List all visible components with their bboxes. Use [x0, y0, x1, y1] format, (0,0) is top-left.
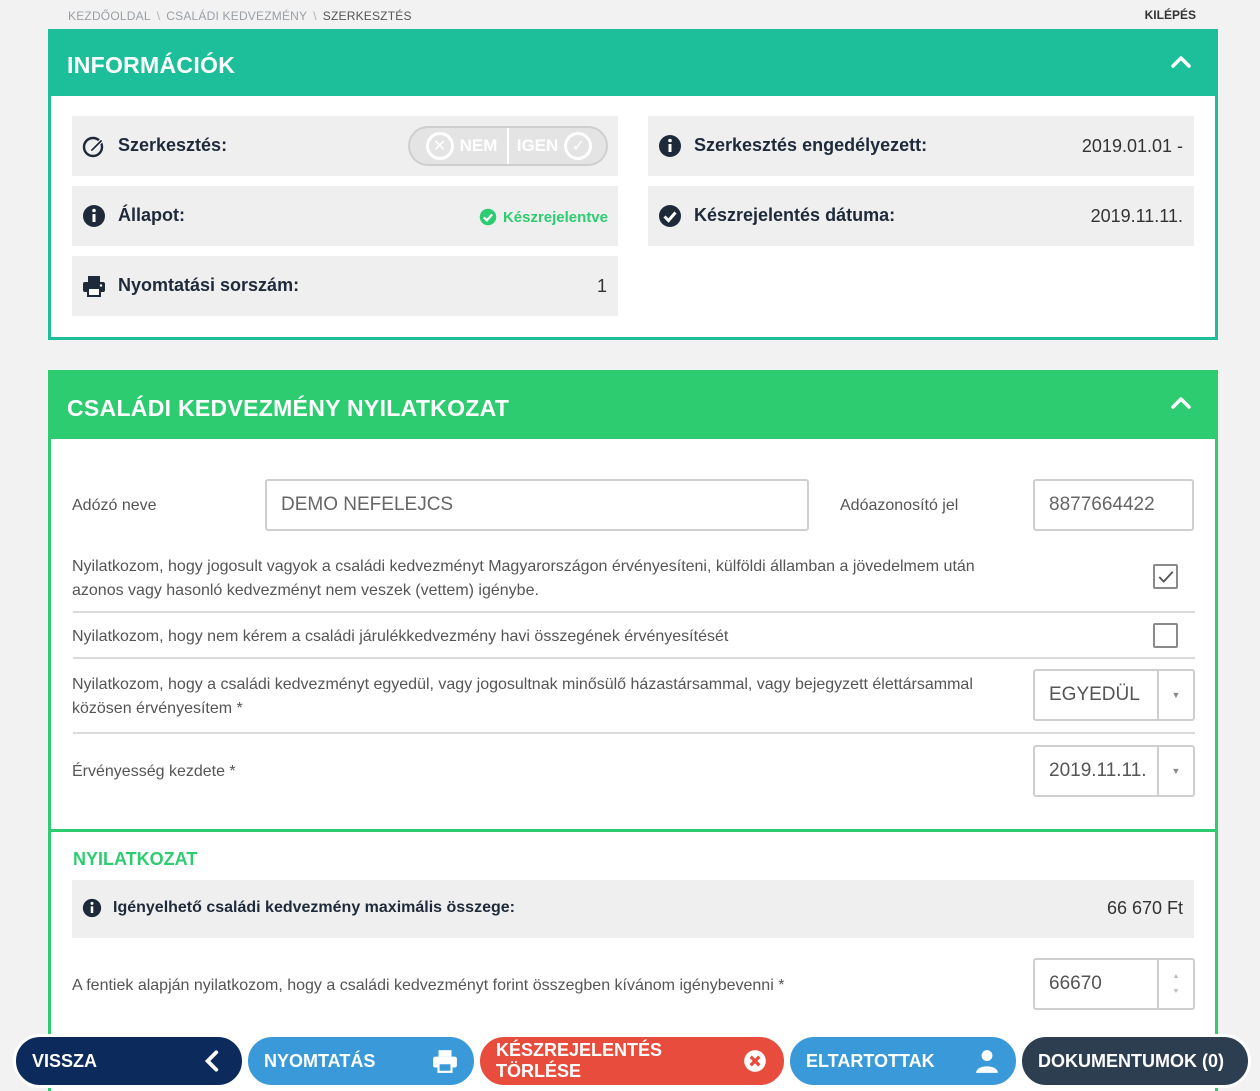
- validity-start-label: Érvényesség kezdete *: [72, 763, 236, 780]
- statement-3-line-2: közösen érvényesítem *: [72, 700, 243, 717]
- validity-start-select[interactable]: 2019.11.11. ▼: [1033, 745, 1195, 797]
- close-icon: ✕: [425, 132, 454, 160]
- breadcrumb-family-discount[interactable]: CSALÁDI KEDVEZMÉNY: [166, 9, 307, 23]
- validity-start-value: 2019.11.11.: [1035, 747, 1159, 795]
- joint-claim-select[interactable]: EGYEDÜL ▼: [1033, 669, 1195, 721]
- toggle-yes-label: IGEN: [516, 136, 559, 155]
- dependents-button-label: ELTARTOTTAK: [806, 1050, 935, 1071]
- documents-button[interactable]: DOKUMENTUMOK (0): [1019, 1034, 1251, 1088]
- statement-3-line-1: Nyilatkozom, hogy a családi kedvezményt …: [72, 676, 973, 693]
- toggle-yes[interactable]: IGEN ✓: [509, 128, 606, 164]
- statement-1-checkbox[interactable]: [1153, 564, 1178, 589]
- joint-claim-value: EGYEDÜL: [1035, 671, 1159, 719]
- print-number-box: Nyomtatási sorszám: 1: [72, 256, 618, 316]
- status-value: Készrejelentve: [502, 208, 608, 226]
- divider: [73, 611, 1195, 613]
- max-amount-label: Igényelhető családi kedvezmény maximális…: [113, 899, 515, 916]
- statement-1-line-2: azonos vagy hasonló kedvezményt nem vesz…: [72, 582, 539, 599]
- editing-box: Szerkesztés: ✕ NEM IGEN ✓: [72, 116, 618, 176]
- report-date-label: Készrejelentés dátuma:: [694, 205, 896, 225]
- status-badge: Készrejelentve: [479, 208, 608, 226]
- back-button[interactable]: VISSZA: [13, 1034, 245, 1088]
- printer-icon: [433, 1050, 457, 1073]
- edit-icon: [82, 136, 104, 158]
- logout-link[interactable]: KILÉPÉS: [1145, 8, 1196, 22]
- caret-down-icon[interactable]: ▼: [1159, 747, 1193, 795]
- info-panel-header[interactable]: INFORMÁCIÓK: [51, 32, 1215, 96]
- divider: [73, 732, 1195, 734]
- declaration-panel-title: CSALÁDI KEDVEZMÉNY NYILATKOZAT: [67, 395, 510, 421]
- close-circle-icon: [744, 1050, 766, 1072]
- chevron-up-icon[interactable]: [1169, 391, 1193, 415]
- documents-button-label: DOKUMENTUMOK (0): [1038, 1050, 1224, 1071]
- print-number-value: 1: [596, 276, 607, 296]
- print-button-label: NYOMTATÁS: [264, 1050, 376, 1071]
- amount-field[interactable]: 66670 ▲ ▼: [1033, 958, 1195, 1010]
- back-button-label: VISSZA: [32, 1050, 98, 1071]
- info-icon: [82, 898, 102, 918]
- check-circle-icon: [479, 208, 497, 226]
- tax-id-label: Adóazonosító jel: [840, 497, 959, 514]
- section-divider: [51, 829, 1215, 832]
- info-panel: INFORMÁCIÓK Szerkesztés: ✕ NEM IGEN ✓ Álla…: [48, 29, 1218, 340]
- top-bar: KEZDŐOLDAL \ CSALÁDI KEDVEZMÉNY \ SZERKESZTÉ…: [0, 0, 1260, 30]
- taxpayer-name-label: Adózó neve: [72, 497, 157, 514]
- check-circle-icon: [659, 205, 681, 227]
- user-icon: [976, 1050, 998, 1073]
- divider: [73, 657, 1195, 659]
- statement-1-line-1: Nyilatkozom, hogy jogosult vagyok a csal…: [72, 558, 975, 575]
- editing-allowed-box: Szerkesztés engedélyezett: 2019.01.01 -: [648, 116, 1194, 176]
- editing-toggle[interactable]: ✕ NEM IGEN ✓: [408, 126, 608, 166]
- editing-label: Szerkesztés:: [118, 135, 228, 155]
- report-date-value: 2019.11.11.: [1090, 206, 1183, 226]
- declaration-subtitle: NYILATKOZAT: [73, 849, 198, 869]
- toggle-no-label: NEM: [459, 136, 498, 155]
- editing-allowed-value: 2019.01.01 -: [1081, 136, 1183, 156]
- tax-id-field[interactable]: 8877664422: [1033, 479, 1194, 531]
- print-button[interactable]: NYOMTATÁS: [245, 1034, 477, 1088]
- check-icon: [1158, 570, 1173, 583]
- stepper-icon[interactable]: ▲ ▼: [1159, 960, 1193, 1008]
- breadcrumb-separator: \: [156, 9, 161, 23]
- breadcrumb: KEZDŐOLDAL \ CSALÁDI KEDVEZMÉNY \ SZERKESZTÉ…: [68, 9, 412, 23]
- amount-label: A fentiek alapján nyilatkozom, hogy a cs…: [72, 977, 785, 994]
- printer-icon: [83, 276, 105, 297]
- amount-value: 66670: [1035, 960, 1159, 1008]
- breadcrumb-separator: \: [313, 9, 317, 23]
- statement-2-checkbox[interactable]: [1153, 623, 1178, 648]
- statement-2-label: Nyilatkozom, hogy nem kérem a családi já…: [72, 628, 729, 645]
- toggle-no[interactable]: ✕ NEM: [410, 128, 509, 164]
- delete-report-button[interactable]: KÉSZREJELENTÉS TÖRLÉSE: [477, 1034, 787, 1088]
- editing-allowed-label: Szerkesztés engedélyezett:: [694, 135, 928, 155]
- max-amount-box: Igényelhető családi kedvezmény maximális…: [72, 880, 1194, 938]
- print-number-label: Nyomtatási sorszám:: [118, 275, 300, 295]
- info-icon: [83, 205, 105, 227]
- info-icon: [659, 135, 681, 157]
- chevron-left-icon: [204, 1050, 219, 1072]
- taxpayer-name-field[interactable]: DEMO NEFELEJCS: [265, 479, 809, 531]
- declaration-panel: CSALÁDI KEDVEZMÉNY NYILATKOZAT Adózó nev…: [48, 370, 1218, 1091]
- status-box: Állapot: Készrejelentve: [72, 186, 618, 246]
- report-date-box: Készrejelentés dátuma: 2019.11.11.: [648, 186, 1194, 246]
- bottom-action-bar: VISSZA NYOMTATÁS KÉSZREJELENTÉS TÖRLÉSE …: [0, 1034, 1260, 1091]
- delete-report-button-label: KÉSZREJELENTÉS TÖRLÉSE: [496, 1040, 663, 1081]
- breadcrumb-home[interactable]: KEZDŐOLDAL: [68, 9, 151, 23]
- chevron-up-icon[interactable]: [1169, 50, 1193, 74]
- info-panel-title: INFORMÁCIÓK: [67, 52, 236, 78]
- status-label: Állapot:: [118, 205, 185, 225]
- max-amount-value: 66 670 Ft: [1106, 898, 1183, 918]
- dependents-button[interactable]: ELTARTOTTAK: [787, 1034, 1019, 1088]
- caret-down-icon[interactable]: ▼: [1159, 671, 1193, 719]
- declaration-panel-header[interactable]: CSALÁDI KEDVEZMÉNY NYILATKOZAT: [51, 373, 1215, 439]
- breadcrumb-current: SZERKESZTÉS: [322, 9, 412, 23]
- check-icon: ✓: [564, 132, 593, 160]
